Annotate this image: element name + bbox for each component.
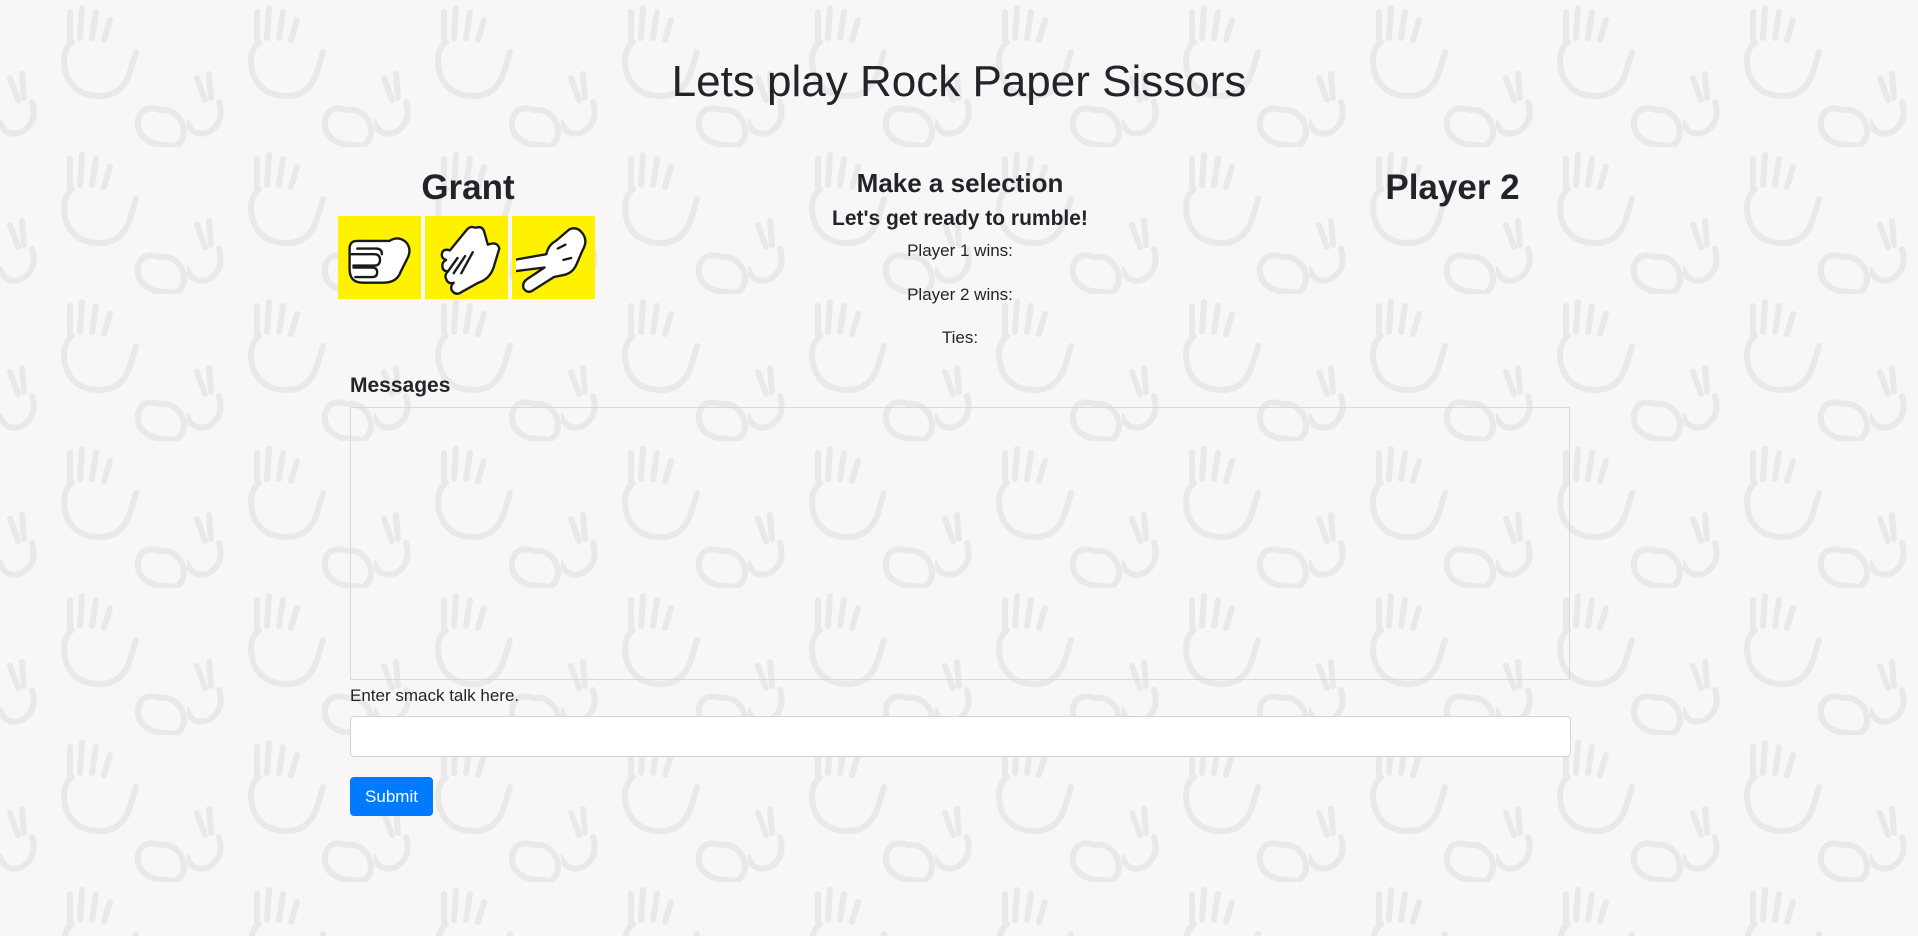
smack-talk-input[interactable] bbox=[350, 716, 1571, 757]
player2-wins-label: Player 2 wins: bbox=[907, 285, 1013, 304]
selection-prompt: Make a selection bbox=[856, 168, 1064, 198]
messages-log bbox=[350, 407, 1570, 680]
game-page: Lets play Rock Paper Sissors Grant Make … bbox=[0, 0, 1918, 936]
player1-wins-label: Player 1 wins: bbox=[907, 241, 1013, 260]
scissors-hand-icon bbox=[515, 226, 587, 293]
ties-label: Ties: bbox=[941, 328, 979, 347]
player1-name: Grant bbox=[421, 168, 515, 207]
game-status-panel: Make a selection Let's get ready to rumb… bbox=[760, 164, 1160, 349]
smack-talk-label: Enter smack talk here. bbox=[350, 686, 520, 705]
scissors-choice-button[interactable] bbox=[512, 216, 595, 299]
messages-heading: Messages bbox=[350, 374, 451, 397]
player2-panel: Player 2 bbox=[1320, 163, 1585, 213]
paper-choice-button[interactable] bbox=[425, 216, 508, 299]
rock-hand-icon bbox=[347, 236, 411, 284]
player1-choices bbox=[338, 216, 595, 299]
submit-button[interactable]: Submit bbox=[350, 777, 433, 816]
player1-panel: Grant bbox=[338, 163, 598, 213]
paper-hand-icon bbox=[440, 225, 500, 295]
status-message: Let's get ready to rumble! bbox=[832, 207, 1088, 230]
page-title: Lets play Rock Paper Sissors bbox=[671, 57, 1247, 106]
rock-choice-button[interactable] bbox=[338, 216, 421, 299]
player2-name: Player 2 bbox=[1385, 168, 1520, 207]
